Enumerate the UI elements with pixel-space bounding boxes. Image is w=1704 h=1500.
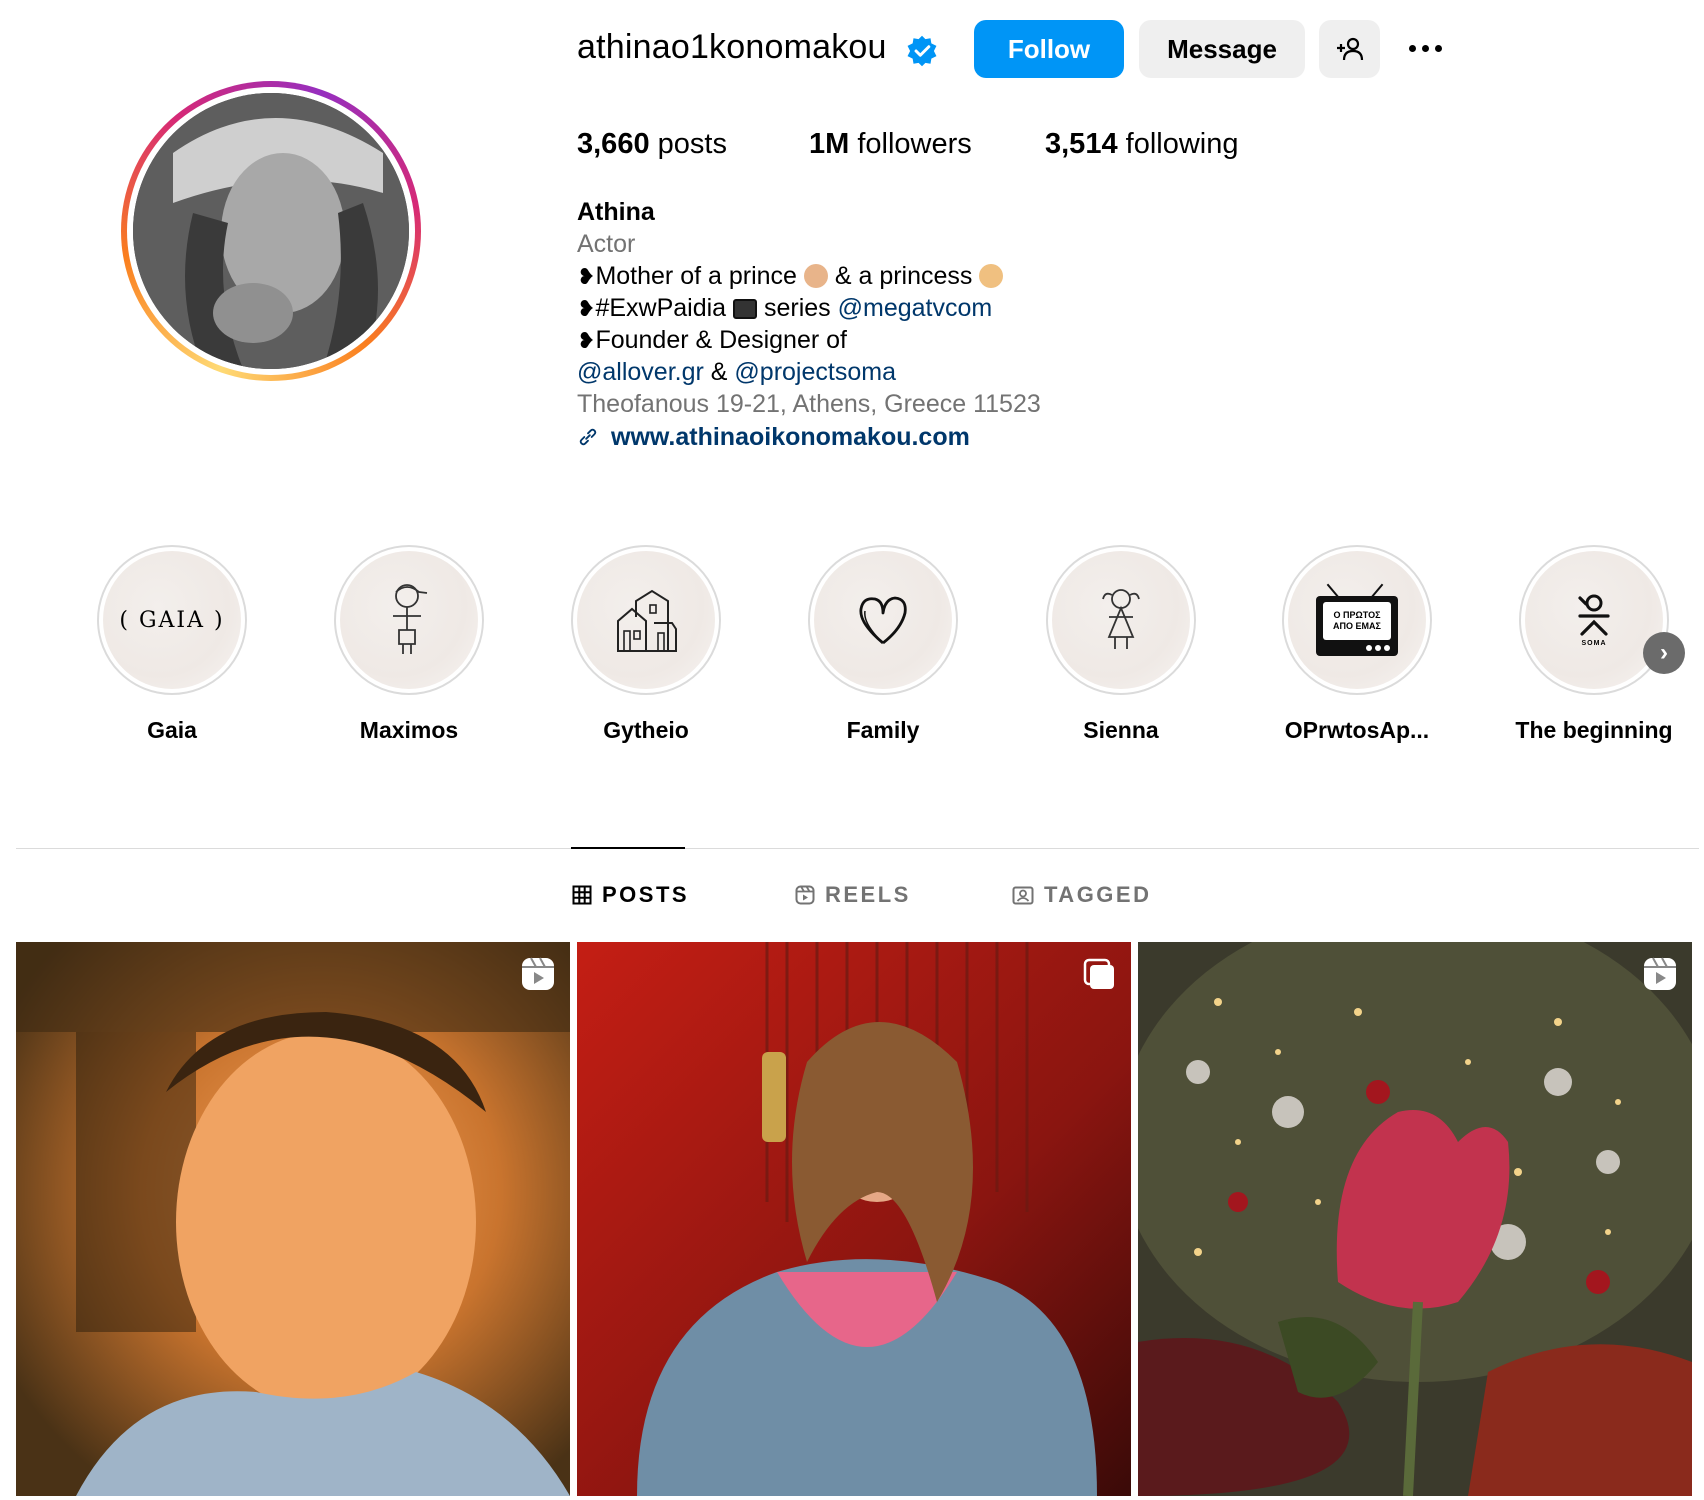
followers-count-value: 1M	[809, 128, 850, 160]
post-thumbnail-3[interactable]	[1138, 942, 1692, 1496]
chevron-right-icon: ›	[1660, 639, 1668, 666]
verified-badge-icon	[907, 35, 937, 67]
avatar-photo	[133, 93, 409, 369]
grid-icon	[572, 885, 592, 905]
carousel-icon	[1083, 958, 1114, 989]
active-tab-indicator	[571, 847, 685, 849]
link-icon	[579, 428, 597, 446]
avatar-image	[133, 93, 409, 369]
highlight-label: The beginning	[1515, 717, 1673, 743]
highlight-gaia-cover-text: ( GAIA )	[119, 607, 225, 633]
reel-icon	[522, 957, 554, 990]
bio-line-3-text: Founder & Designer of	[595, 326, 847, 354]
mention-allover[interactable]: @allover.gr	[577, 358, 704, 386]
tab-tagged[interactable]: TAGGED	[1012, 882, 1151, 908]
post-image-3	[1138, 942, 1692, 1496]
posts-count: 3,660 posts	[577, 128, 727, 161]
username: athinao1konomakou	[577, 28, 887, 66]
bio-line-3: ❥Founder & Designer of	[577, 324, 847, 357]
tv-emoji-icon	[733, 299, 758, 319]
highlight-label: Gytheio	[603, 717, 689, 743]
boy-drawing-icon	[393, 584, 428, 654]
highlight-label: Family	[846, 717, 920, 743]
tv-cover-text-2: ΑΠΟ ΕΜΑΣ	[1333, 621, 1381, 631]
heart-bullet-icon: ❥	[577, 296, 596, 321]
message-button[interactable]: Message	[1139, 20, 1305, 78]
tv-cover-text-1: Ο ΠΡΩΤΟΣ	[1333, 610, 1381, 620]
tv-icon: Ο ΠΡΩΤΟΣ ΑΠΟ ΕΜΑΣ	[1314, 580, 1400, 660]
bio-line-4: @allover.gr & @projectsoma	[577, 356, 896, 388]
tabs-divider	[16, 848, 1699, 849]
girl-drawing-icon	[1102, 589, 1140, 649]
highlight-label: Gaia	[147, 717, 197, 743]
soma-logo: SOMA	[1576, 594, 1612, 647]
website-link[interactable]: www.athinaoikonomakou.com	[577, 421, 970, 453]
girl-emoji-icon	[979, 264, 1004, 288]
profile-category: Actor	[577, 230, 636, 258]
highlight-oprwtosap[interactable]: Ο ΠΡΩΤΟΣ ΑΠΟ ΕΜΑΣ OPrwtosAp...	[1277, 545, 1437, 744]
tab-reels[interactable]: REELS	[795, 882, 911, 908]
highlight-label: OPrwtosAp...	[1284, 717, 1430, 743]
highlight-label: Sienna	[1083, 717, 1159, 743]
heart-bullet-icon: ❥	[577, 328, 596, 353]
more-options-icon[interactable]	[1402, 30, 1448, 66]
reels-icon	[795, 885, 815, 905]
bio-line-2-mid: series	[763, 294, 831, 322]
tab-posts-label: POSTS	[602, 882, 690, 907]
heart-drawing-icon	[859, 596, 907, 645]
profile-address[interactable]: Theofanous 19-21, Athens, Greece 11523	[577, 388, 1041, 420]
post-thumbnail-1[interactable]	[16, 942, 570, 1496]
bio-line-1-text: Mother of a prince	[595, 262, 797, 290]
mention-megatvcom[interactable]: @megatvcom	[838, 294, 993, 322]
website-url: www.athinaoikonomakou.com	[611, 423, 970, 451]
profile-avatar[interactable]	[121, 81, 421, 381]
highlight-gytheio[interactable]: Gytheio	[566, 545, 726, 744]
houses-icon	[617, 589, 677, 652]
highlight-gaia[interactable]: ( GAIA ) Gaia	[92, 545, 252, 744]
bio-line-1: ❥Mother of a prince & a princess	[577, 260, 1004, 293]
highlight-family[interactable]: Family	[803, 545, 963, 744]
highlight-maximos[interactable]: Maximos	[329, 545, 489, 744]
profile-name: Athina	[577, 198, 655, 226]
baby-emoji-icon	[803, 264, 828, 288]
soma-figure-icon	[1578, 594, 1610, 636]
tab-tagged-label: TAGGED	[1044, 882, 1152, 907]
follow-button[interactable]: Follow	[974, 20, 1124, 78]
heart-bullet-icon: ❥	[577, 264, 596, 289]
following-count[interactable]: 3,514 following	[1045, 128, 1238, 161]
highlights-next-button[interactable]: ›	[1643, 632, 1685, 674]
tab-reels-label: REELS	[825, 882, 911, 907]
post-image-1	[16, 942, 570, 1496]
bio-line-4-amp: &	[710, 358, 728, 386]
bio-line-2: ❥#ExwPaidia series @megatvcom	[577, 292, 992, 325]
followers-count[interactable]: 1M followers	[809, 128, 972, 161]
add-user-icon	[1336, 37, 1363, 61]
posts-count-value: 3,660	[577, 128, 650, 160]
suggested-users-button[interactable]	[1319, 20, 1380, 78]
mention-projectsoma[interactable]: @projectsoma	[734, 358, 896, 386]
tab-posts[interactable]: POSTS	[572, 882, 689, 908]
bio-line-1-mid: & a princess	[834, 262, 973, 290]
following-count-value: 3,514	[1045, 128, 1118, 160]
reel-icon	[1644, 957, 1676, 990]
highlight-sienna[interactable]: Sienna	[1041, 545, 1201, 744]
tagged-icon	[1012, 886, 1034, 905]
post-thumbnail-2[interactable]	[577, 942, 1131, 1496]
post-image-2	[577, 942, 1131, 1496]
followers-count-label: followers	[857, 128, 972, 160]
following-count-label: following	[1125, 128, 1239, 160]
bio-line-2-text: #ExwPaidia	[595, 294, 727, 322]
soma-logo-text: SOMA	[1581, 639, 1607, 647]
posts-count-label: posts	[657, 128, 727, 160]
highlight-label: Maximos	[359, 717, 459, 743]
